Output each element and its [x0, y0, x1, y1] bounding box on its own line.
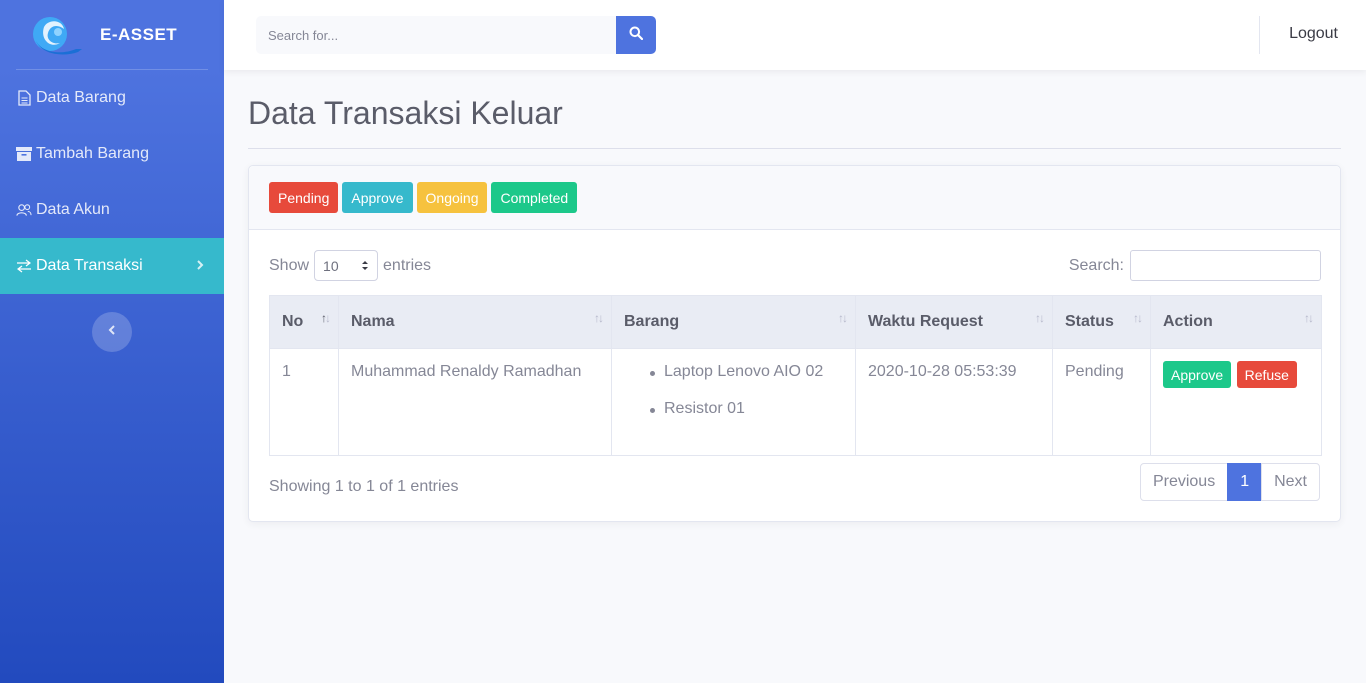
page-length-value: 10 — [323, 257, 339, 274]
sidebar-item-tambah-barang[interactable]: Tambah Barang — [0, 126, 224, 182]
filter-ongoing-button[interactable]: Ongoing — [416, 182, 488, 213]
logout-link[interactable]: Logout — [1289, 25, 1338, 43]
table-search-label: Search: — [1068, 256, 1124, 274]
filter-completed-button[interactable]: Completed — [491, 182, 578, 213]
cell-no: 1 — [269, 348, 339, 456]
search-icon — [629, 26, 644, 45]
file-icon — [16, 90, 32, 106]
table-search-input[interactable] — [1130, 250, 1321, 281]
sidebar: E-ASSET Data Barang Tambah Barang Data A… — [0, 0, 224, 683]
cell-action: Approve Refuse — [1150, 348, 1322, 456]
sidebar-item-data-barang[interactable]: Data Barang — [0, 70, 224, 126]
list-item: Resistor 01 — [650, 400, 843, 418]
column-header-nama[interactable]: Nama ↑↓ — [338, 295, 612, 349]
users-icon — [16, 202, 32, 218]
chevron-left-icon — [108, 323, 116, 341]
search-button[interactable] — [616, 16, 656, 54]
sort-asc-icon: ↑↓ — [321, 311, 331, 325]
sidebar-item-label: Data Transaksi — [36, 257, 143, 274]
cell-barang: Laptop Lenovo AIO 02 Resistor 01 — [611, 348, 856, 456]
sidebar-toggle-button[interactable] — [92, 312, 132, 352]
sort-icon: ↑↓ — [838, 311, 848, 325]
wave-logo-icon — [32, 15, 84, 55]
refuse-button[interactable]: Refuse — [1236, 361, 1297, 388]
column-header-action[interactable]: Action ↑↓ — [1150, 295, 1322, 349]
cell-nama: Muhammad Renaldy Ramadhan — [338, 348, 612, 456]
previous-page-button[interactable]: Previous — [1139, 463, 1229, 501]
approve-button[interactable]: Approve — [1163, 361, 1232, 388]
sort-icon: ↑↓ — [1304, 311, 1314, 325]
table-search-control: Search: — [1069, 250, 1321, 281]
table-header-row: No ↑↓ Nama ↑↓ Barang ↑↓ Waktu Request ↑↓… — [269, 295, 1322, 349]
filter-pending-button[interactable]: Pending — [269, 182, 339, 213]
column-header-barang[interactable]: Barang ↑↓ — [611, 295, 856, 349]
column-header-waktu-request[interactable]: Waktu Request ↑↓ — [855, 295, 1053, 349]
table-info: Showing 1 to 1 of 1 entries — [269, 478, 459, 495]
sort-icon: ↑↓ — [1133, 311, 1143, 325]
sidebar-item-data-transaksi[interactable]: Data Transaksi — [0, 238, 224, 294]
column-header-no[interactable]: No ↑↓ — [269, 295, 339, 349]
page-1-button[interactable]: 1 — [1227, 463, 1263, 501]
topbar-divider — [1259, 16, 1260, 54]
status-filter-bar: Pending Approve Ongoing Completed — [249, 166, 1340, 230]
topbar-search — [256, 16, 656, 54]
exchange-icon — [16, 258, 32, 274]
datatable-controls: Show 10 entries Search: — [269, 250, 1321, 282]
title-divider — [248, 148, 1341, 149]
sort-icon: ↑↓ — [1035, 311, 1045, 325]
sidebar-item-data-akun[interactable]: Data Akun — [0, 182, 224, 238]
sidebar-item-label: Data Akun — [36, 201, 110, 218]
select-arrows-icon — [361, 259, 369, 275]
transactions-card: Pending Approve Ongoing Completed Show 1… — [248, 165, 1341, 522]
cell-status: Pending — [1052, 348, 1151, 456]
next-page-button[interactable]: Next — [1261, 463, 1320, 501]
table-row: 1 Muhammad Renaldy Ramadhan Laptop Lenov… — [269, 348, 1322, 456]
transactions-table: No ↑↓ Nama ↑↓ Barang ↑↓ Waktu Request ↑↓… — [269, 295, 1322, 456]
archive-icon — [16, 146, 32, 162]
sidebar-item-label: Data Barang — [36, 89, 126, 106]
topbar: Logout — [224, 0, 1366, 70]
page-title: Data Transaksi Keluar — [248, 95, 563, 131]
sidebar-item-label: Tambah Barang — [36, 145, 149, 162]
pagination: Previous 1 Next — [1139, 463, 1320, 501]
brand-name: E-ASSET — [100, 25, 178, 44]
show-label: Show — [269, 256, 310, 274]
list-item: Laptop Lenovo AIO 02 — [650, 363, 843, 381]
sort-icon: ↑↓ — [594, 311, 604, 325]
filter-approve-button[interactable]: Approve — [342, 182, 413, 213]
search-input[interactable] — [256, 16, 616, 54]
column-header-status[interactable]: Status ↑↓ — [1052, 295, 1151, 349]
page-length-control: Show 10 entries — [269, 250, 431, 281]
entries-label: entries — [383, 256, 432, 274]
barang-list: Laptop Lenovo AIO 02 Resistor 01 — [624, 363, 843, 418]
sidebar-brand[interactable]: E-ASSET — [0, 0, 224, 70]
cell-waktu-request: 2020-10-28 05:53:39 — [855, 348, 1053, 456]
page-length-select[interactable]: 10 — [314, 250, 379, 281]
chevron-right-icon — [196, 258, 204, 276]
